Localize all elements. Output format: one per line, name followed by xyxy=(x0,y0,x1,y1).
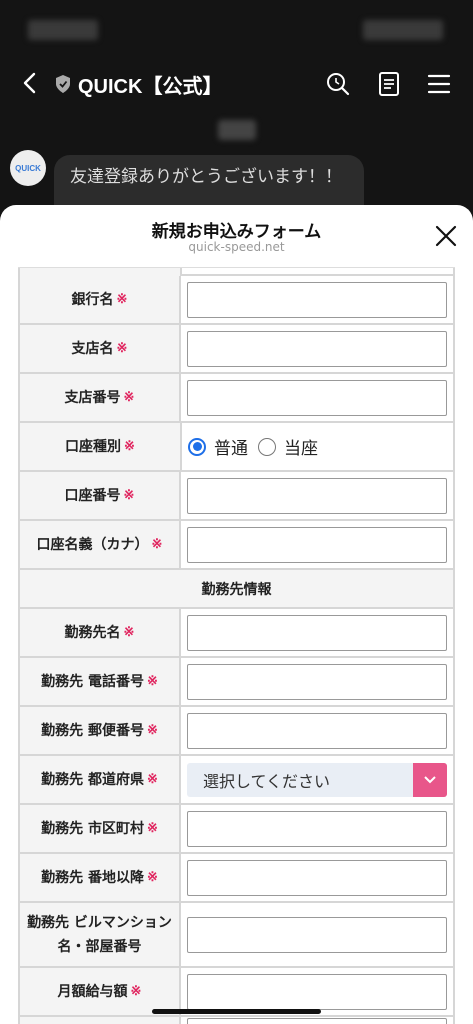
required-mark: ※ xyxy=(123,389,135,405)
required-mark: ※ xyxy=(146,820,158,836)
field-label xyxy=(20,1017,181,1024)
required-mark: ※ xyxy=(130,983,142,999)
table-row: 勤務先 電話番号 ※ xyxy=(18,658,455,707)
chat-header: QUICK【公式】 xyxy=(0,62,473,106)
table-row: 勤務先名 ※ xyxy=(18,609,455,658)
table-row: 口座名義（カナ） ※ xyxy=(18,521,455,570)
table-row: 支店名 ※ xyxy=(18,325,455,374)
bank-name-input[interactable] xyxy=(187,281,447,318)
shield-icon xyxy=(56,75,70,93)
form-sheet: 新規お申込みフォーム quick-speed.net 銀行名 ※ 支店名 ※ 支店番… xyxy=(0,205,473,1024)
notes-icon[interactable] xyxy=(375,70,403,98)
chevron-down-icon[interactable] xyxy=(413,762,447,797)
employer-address-input[interactable] xyxy=(187,859,447,896)
menu-icon[interactable] xyxy=(425,70,453,98)
table-row: 勤務先 郵便番号 ※ xyxy=(18,707,455,756)
account-type-current[interactable]: 当座 xyxy=(258,434,318,459)
table-row: 勤務先 番地以降 ※ xyxy=(18,854,455,903)
table-row xyxy=(18,1017,455,1024)
branch-number-input[interactable] xyxy=(187,379,447,416)
sheet-url: quick-speed.net xyxy=(188,240,285,254)
monthly-salary-label: 月額給与額 xyxy=(57,983,128,1000)
employer-city-input[interactable] xyxy=(187,810,447,847)
account-holder-label: 口座名義（カナ） xyxy=(36,536,149,553)
table-row: 勤務先 市区町村 ※ xyxy=(18,805,455,854)
chat-title: QUICK【公式】 xyxy=(78,76,223,98)
employer-building-label: 勤務先 ビルマンション名・部屋番号 xyxy=(27,914,172,955)
back-icon[interactable] xyxy=(18,70,44,96)
account-number-input[interactable] xyxy=(187,477,447,514)
home-indicator[interactable] xyxy=(152,1009,321,1014)
employer-name-label: 勤務先名 xyxy=(64,624,121,641)
table-row: 口座種別 ※ 普通 当座 xyxy=(18,423,455,472)
radio-label: 当座 xyxy=(284,439,318,459)
account-number-label: 口座番号 xyxy=(64,487,121,504)
required-mark: ※ xyxy=(151,536,163,552)
close-icon[interactable] xyxy=(435,225,457,247)
radio-label: 普通 xyxy=(214,439,248,459)
required-mark: ※ xyxy=(146,869,158,885)
employer-building-input[interactable] xyxy=(187,916,447,953)
search-icon[interactable] xyxy=(324,70,352,98)
radio-unselected-icon[interactable] xyxy=(258,437,276,456)
status-bar-left xyxy=(28,20,98,40)
radio-selected-icon[interactable] xyxy=(188,437,206,456)
required-mark: ※ xyxy=(123,487,135,503)
account-holder-input[interactable] xyxy=(187,526,447,563)
select-placeholder: 選択してください xyxy=(203,771,331,791)
employer-city-label: 勤務先 市区町村 xyxy=(41,820,144,837)
branch-number-label: 支店番号 xyxy=(64,389,121,406)
avatar[interactable]: QUICK xyxy=(10,150,46,186)
branch-name-label: 支店名 xyxy=(71,340,114,357)
account-type-label: 口座種別 xyxy=(65,438,122,455)
field-value xyxy=(182,268,453,274)
next-input[interactable] xyxy=(187,1018,447,1024)
required-mark: ※ xyxy=(124,438,135,454)
employer-phone-label: 勤務先 電話番号 xyxy=(41,673,144,690)
employer-address-label: 勤務先 番地以降 xyxy=(41,869,144,886)
employer-pref-label: 勤務先 都道府県 xyxy=(41,771,144,788)
employer-name-input[interactable] xyxy=(187,614,447,651)
prefecture-select[interactable]: 選択してください xyxy=(187,762,447,797)
status-bar-right xyxy=(363,20,443,40)
required-mark: ※ xyxy=(146,771,158,787)
required-mark: ※ xyxy=(116,291,128,307)
bank-name-label: 銀行名 xyxy=(71,291,114,308)
required-mark: ※ xyxy=(123,624,135,640)
sheet-title: 新規お申込みフォーム xyxy=(151,222,322,242)
section-header: 勤務先情報 xyxy=(18,570,455,609)
table-row: 勤務先 ビルマンション名・部屋番号 xyxy=(18,903,455,968)
employer-postal-input[interactable] xyxy=(187,712,447,749)
required-mark: ※ xyxy=(116,340,128,356)
monthly-salary-input[interactable] xyxy=(187,973,447,1010)
application-form: 銀行名 ※ 支店名 ※ 支店番号 ※ 口座種別 ※ 普通 当座 口座番号 ※ 口座名義（カ… xyxy=(18,267,455,1024)
table-row: 口座番号 ※ xyxy=(18,472,455,521)
account-type-ordinary[interactable]: 普通 xyxy=(188,434,248,459)
required-mark: ※ xyxy=(146,722,158,738)
employer-phone-input[interactable] xyxy=(187,663,447,700)
date-label xyxy=(218,120,256,140)
field-label xyxy=(20,268,182,276)
field-label: 銀行名 ※ xyxy=(20,276,181,323)
table-row: 支店番号 ※ xyxy=(18,374,455,423)
branch-name-input[interactable] xyxy=(187,330,447,367)
required-mark: ※ xyxy=(146,673,158,689)
table-row: 銀行名 ※ xyxy=(18,276,455,325)
table-row: 勤務先 都道府県 ※ 選択してください xyxy=(18,756,455,805)
employer-postal-label: 勤務先 郵便番号 xyxy=(41,722,144,739)
table-row xyxy=(18,268,455,276)
